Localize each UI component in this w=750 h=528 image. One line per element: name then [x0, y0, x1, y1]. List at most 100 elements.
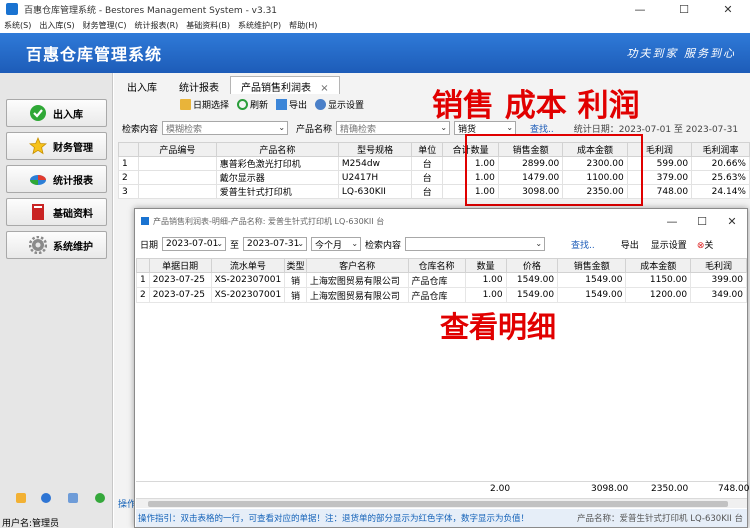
cell: 产品仓库 — [407, 287, 466, 303]
col-price[interactable]: 价格 — [505, 258, 559, 273]
date-from-picker[interactable]: 2023-07-01 ⌄ — [162, 237, 227, 251]
dialog-titlebar: 产品销售利润表-明细-产品名称: 爱普生针式打印机 LQ-630KII 台 — … — [135, 209, 747, 233]
export-icon — [276, 98, 288, 110]
cell: 1.00 — [464, 287, 507, 303]
dialog-maximize-button[interactable]: ☐ — [687, 215, 717, 228]
export-button[interactable]: 导出 — [276, 96, 307, 112]
tab-reports[interactable]: 统计报表 — [168, 76, 230, 94]
content-label: 检索内容 — [122, 124, 159, 135]
menu-system[interactable]: 系统(S) — [0, 20, 35, 31]
col-sales-amount[interactable]: 销售金额 — [557, 258, 627, 273]
cell: 1549.00 — [557, 287, 627, 303]
tab-profit-report[interactable]: 产品销售利润表 × — [230, 76, 340, 94]
col-model[interactable]: 型号规格 — [337, 142, 413, 157]
cell: 台 — [411, 156, 444, 171]
info-icon[interactable] — [41, 493, 51, 503]
value: 2023-07-31 — [247, 239, 300, 249]
nav-button-finance[interactable]: 财务管理 — [6, 132, 107, 160]
button-label: 查找.. — [530, 124, 554, 135]
display-settings-button[interactable]: 显示设置 — [651, 238, 687, 251]
col-product-name[interactable]: 产品名称 — [215, 142, 339, 157]
cell: 1150.00 — [625, 272, 692, 288]
table-row[interactable]: 1 惠普彩色激光打印机 M254dw 台 1.00 2899.00 2300.0… — [118, 156, 750, 171]
window-title: 百惠仓库管理系统 - Bestores Management System - … — [24, 5, 278, 16]
cell: 1 — [136, 272, 150, 288]
col-index — [118, 142, 139, 157]
col-product-code[interactable]: 产品编号 — [137, 142, 217, 157]
menu-basic-data[interactable]: 基础资料(B) — [182, 20, 234, 31]
placeholder: 精确检索 — [340, 124, 377, 135]
find-button[interactable]: 查找.. — [571, 238, 595, 251]
dialog-minimize-button[interactable]: — — [657, 215, 687, 228]
nav-button-inout[interactable]: 出入库 — [6, 99, 107, 127]
scrollbar-thumb[interactable] — [148, 501, 728, 507]
period-select[interactable]: 今个月 ⌄ — [311, 237, 362, 251]
window-icon[interactable] — [68, 493, 78, 503]
table-row[interactable]: 1 2023-07-25 XS-202307001 销 上海宏图贸易有限公司 产… — [136, 272, 747, 288]
chevron-down-icon: ⌄ — [351, 239, 359, 248]
horizontal-scrollbar[interactable] — [136, 498, 747, 508]
display-settings-button[interactable]: 显示设置 — [315, 96, 364, 112]
placeholder: 模糊检索 — [166, 124, 203, 135]
table-row[interactable]: 2 2023-07-25 XS-202307001 销 上海宏图贸易有限公司 产… — [136, 287, 747, 303]
col-warehouse[interactable]: 仓库名称 — [407, 258, 466, 273]
menu-inout[interactable]: 出入库(S) — [35, 20, 78, 31]
col-gross-profit[interactable]: 毛利润 — [690, 258, 747, 273]
maximize-button[interactable]: ☐ — [662, 3, 706, 16]
col-type[interactable]: 类型 — [284, 258, 307, 273]
col-customer[interactable]: 客户名称 — [305, 258, 409, 273]
nav-button-basic-data[interactable]: 基础资料 — [6, 198, 107, 226]
menu-maintenance[interactable]: 系统维护(P) — [234, 20, 285, 31]
tab-close-icon[interactable]: × — [320, 83, 328, 94]
go-icon[interactable] — [95, 493, 105, 503]
menu-reports[interactable]: 统计报表(R) — [130, 20, 182, 31]
col-profit-rate[interactable]: 毛利润率 — [691, 142, 750, 157]
cell: U2417H — [337, 170, 413, 185]
cell — [137, 156, 217, 171]
detail-search-input[interactable]: ⌄ — [405, 237, 546, 251]
dialog-close-button[interactable]: ✕ — [717, 215, 747, 228]
dialog-toolbar: 日期 2023-07-01 ⌄ 至 2023-07-31 ⌄ 今个月 ⌄ 检索内容 ⌄… — [135, 235, 747, 253]
table-row[interactable]: 3 爱普生针式打印机 LQ-630KII 台 1.00 3098.00 2350… — [118, 184, 750, 199]
col-unit[interactable]: 单位 — [411, 142, 444, 157]
refresh-button[interactable]: 刷新 — [237, 96, 268, 112]
export-button[interactable]: 导出 — [621, 238, 639, 251]
app-icon — [6, 3, 18, 15]
col-cost-amount[interactable]: 成本金额 — [625, 258, 692, 273]
book-icon — [29, 203, 47, 221]
button-label: 查找.. — [571, 240, 595, 251]
cell — [137, 184, 217, 199]
tab-inout[interactable]: 出入库 — [116, 76, 168, 94]
nav-button-maintenance[interactable]: 系统维护 — [6, 231, 107, 259]
cell: 1549.00 — [557, 272, 627, 288]
note-icon[interactable] — [16, 493, 26, 503]
col-doc-date[interactable]: 单据日期 — [148, 258, 212, 273]
close-button[interactable]: ✕ — [706, 3, 750, 16]
cell: 销 — [284, 272, 307, 288]
cell: 1200.00 — [625, 287, 692, 303]
menu-finance[interactable]: 财务管理(C) — [79, 20, 131, 31]
nav-label: 出入库 — [53, 109, 83, 121]
col-qty[interactable]: 数量 — [464, 258, 507, 273]
cell: XS-202307001 — [210, 287, 286, 303]
total-profit: 748.00 — [718, 484, 750, 494]
tab-bar: 出入库 统计报表 产品销售利润表 × — [116, 76, 340, 94]
nav-label: 系统维护 — [53, 241, 93, 253]
detail-dialog: 产品销售利润表-明细-产品名称: 爱普生针式打印机 LQ-630KII 台 — … — [134, 208, 750, 528]
dialog-title: 产品销售利润表-明细-产品名称: 爱普生针式打印机 LQ-630KII 台 — [153, 216, 385, 226]
date-to-picker[interactable]: 2023-07-31 ⌄ — [243, 237, 308, 251]
nav-button-reports[interactable]: 统计报表 — [6, 165, 107, 193]
button-label: 刷新 — [250, 100, 269, 111]
col-index — [136, 258, 150, 273]
chevron-down-icon: ⌄ — [297, 239, 305, 248]
date-select-button[interactable]: 日期选择 — [180, 96, 229, 112]
cell: 25.63% — [691, 170, 750, 185]
table-row[interactable]: 2 戴尔显示器 U2417H 台 1.00 1479.00 1100.00 37… — [118, 170, 750, 185]
menu-help[interactable]: 帮助(H) — [285, 20, 321, 31]
content-search-input[interactable]: 模糊检索 ⌄ — [162, 121, 289, 135]
hint-text: 操作指引：双击表格的一行，可查看对应的单据！注：退货单的部分显示为红色字体，数字… — [138, 514, 530, 524]
close-partial-button[interactable]: ⊗关 — [697, 238, 714, 251]
calendar-icon — [180, 98, 191, 110]
minimize-button[interactable]: — — [618, 3, 662, 16]
col-serial-no[interactable]: 流水单号 — [210, 258, 286, 273]
